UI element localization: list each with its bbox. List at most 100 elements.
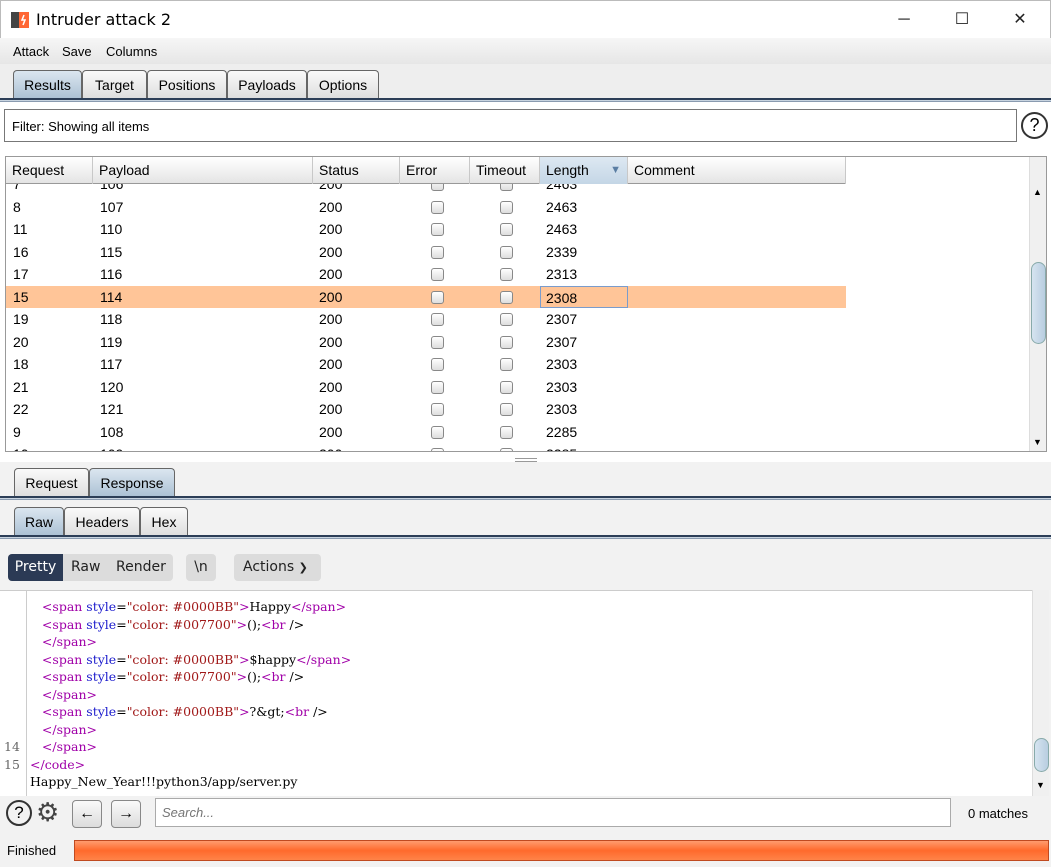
code-line: <span style="color: #0000BB">?&gt;<br /> [0, 703, 1030, 721]
scroll-down-icon[interactable]: ▼ [1033, 437, 1042, 447]
column-header-comment[interactable]: Comment [628, 157, 846, 184]
error-checkbox[interactable] [431, 268, 444, 281]
table-row[interactable]: 10 109 200 2285 [6, 443, 846, 451]
tab-payloads[interactable]: Payloads [227, 70, 307, 100]
help-icon[interactable]: ? [1021, 112, 1048, 139]
timeout-checkbox[interactable] [500, 245, 513, 259]
error-checkbox[interactable] [431, 448, 444, 451]
cell-request: 20 [13, 333, 29, 350]
response-code-view[interactable]: <span style="color: #0000BB">Happy</span… [0, 590, 1032, 796]
cell-status: 200 [319, 266, 343, 282]
tab-options[interactable]: Options [307, 70, 379, 100]
column-header-status[interactable]: Status [313, 157, 400, 184]
timeout-checkbox[interactable] [500, 335, 513, 349]
cell-request: 18 [13, 356, 29, 372]
scroll-down-icon[interactable]: ▼ [1036, 780, 1045, 790]
error-checkbox[interactable] [431, 380, 444, 394]
table-row[interactable]: 16 115 200 2339 [6, 241, 846, 264]
timeout-checkbox[interactable] [500, 223, 513, 236]
scrollbar-thumb[interactable] [1031, 262, 1046, 344]
error-checkbox[interactable] [431, 223, 444, 236]
table-row[interactable]: 11 110 200 2463 [6, 218, 846, 241]
timeout-checkbox[interactable] [500, 313, 513, 326]
table-row[interactable]: 8 107 200 2463 [6, 196, 846, 219]
column-header-length[interactable]: Length ▼ [540, 157, 628, 184]
minimize-button[interactable]: ─ [881, 5, 927, 35]
table-row[interactable]: 19 118 200 2307 [6, 308, 846, 331]
table-row[interactable]: 15 114 200 2308 [6, 285, 846, 308]
timeout-checkbox[interactable] [500, 200, 513, 214]
tab-headers[interactable]: Headers [64, 507, 140, 537]
table-row[interactable]: 22 121 200 2303 [6, 398, 846, 421]
cell-status: 200 [319, 198, 343, 215]
code-token-text: (); [247, 616, 262, 632]
cell-payload: 108 [100, 423, 124, 440]
error-checkbox[interactable] [431, 335, 444, 349]
next-match-button[interactable]: → [111, 800, 141, 828]
raw-button[interactable]: Raw [71, 554, 100, 581]
tab-raw[interactable]: Raw [14, 507, 64, 537]
actions-button[interactable]: Actions ❯ [234, 554, 321, 581]
code-token-text: Happy [249, 599, 291, 614]
code-token-tag: span [52, 599, 83, 614]
cell-length: 2313 [546, 266, 578, 282]
error-checkbox[interactable] [431, 358, 444, 371]
code-text: </span> [30, 721, 97, 739]
results-scrollbar[interactable]: ▲ ▼ [1029, 157, 1046, 451]
render-button[interactable]: Render [116, 554, 166, 581]
timeout-checkbox[interactable] [500, 290, 513, 304]
timeout-checkbox[interactable] [500, 358, 513, 371]
error-checkbox[interactable] [431, 200, 444, 214]
tab-target[interactable]: Target [82, 70, 147, 100]
filter-bar[interactable]: Filter: Showing all items [4, 109, 1017, 142]
column-header-request[interactable]: Request [6, 157, 93, 184]
error-checkbox[interactable] [431, 290, 444, 304]
code-token-text: /> [285, 616, 305, 632]
timeout-checkbox[interactable] [500, 448, 513, 451]
cell-length: 2303 [546, 356, 578, 372]
table-row[interactable]: 21 120 200 2303 [6, 376, 846, 399]
cell-payload: 121 [100, 401, 124, 417]
newline-toggle-button[interactable]: \n [186, 554, 216, 581]
tab-request[interactable]: Request [14, 468, 89, 498]
previous-match-button[interactable]: ← [72, 800, 102, 828]
cell-payload: 110 [100, 221, 123, 237]
cell-payload: 116 [100, 266, 123, 282]
code-scrollbar[interactable]: ▼ [1032, 590, 1049, 796]
pretty-button[interactable]: Pretty [8, 554, 63, 581]
error-checkbox[interactable] [431, 425, 444, 439]
table-row[interactable]: 9 108 200 2285 [6, 421, 846, 444]
timeout-checkbox[interactable] [500, 268, 513, 281]
menu-save[interactable]: Save [62, 44, 92, 59]
tab-response[interactable]: Response [89, 468, 175, 498]
code-token-tag: </ [296, 651, 311, 667]
timeout-checkbox[interactable] [500, 425, 513, 439]
table-row[interactable]: 18 117 200 2303 [6, 353, 846, 376]
help-icon[interactable]: ? [6, 800, 32, 826]
error-checkbox[interactable] [431, 313, 444, 326]
maximize-button[interactable]: ☐ [939, 5, 985, 35]
menu-attack[interactable]: Attack [13, 44, 49, 59]
menu-columns[interactable]: Columns [106, 44, 157, 59]
gear-icon[interactable]: ⚙ [36, 797, 59, 827]
code-token-tag: span [52, 616, 83, 632]
close-button[interactable]: ✕ [997, 5, 1043, 35]
code-text: <span style="color: #0000BB">Happy</span… [30, 598, 346, 616]
tab-positions[interactable]: Positions [147, 70, 227, 100]
timeout-checkbox[interactable] [500, 403, 513, 416]
column-header-timeout[interactable]: Timeout [470, 157, 540, 184]
search-input[interactable] [155, 798, 951, 827]
code-scrollbar-thumb[interactable] [1034, 738, 1049, 772]
column-header-error[interactable]: Error [400, 157, 470, 184]
code-token-tag: < [261, 669, 272, 684]
table-row[interactable]: 20 119 200 2307 [6, 331, 846, 354]
timeout-checkbox[interactable] [500, 380, 513, 394]
table-row[interactable]: 17 116 200 2313 [6, 263, 846, 286]
error-checkbox[interactable] [431, 403, 444, 416]
error-checkbox[interactable] [431, 245, 444, 259]
tab-results[interactable]: Results [13, 70, 82, 100]
column-header-payload[interactable]: Payload [93, 157, 313, 184]
scroll-up-icon[interactable]: ▲ [1033, 187, 1042, 197]
tab-hex[interactable]: Hex [140, 507, 188, 537]
results-table-header: Request Payload Status Error Timeout Len… [6, 157, 846, 184]
